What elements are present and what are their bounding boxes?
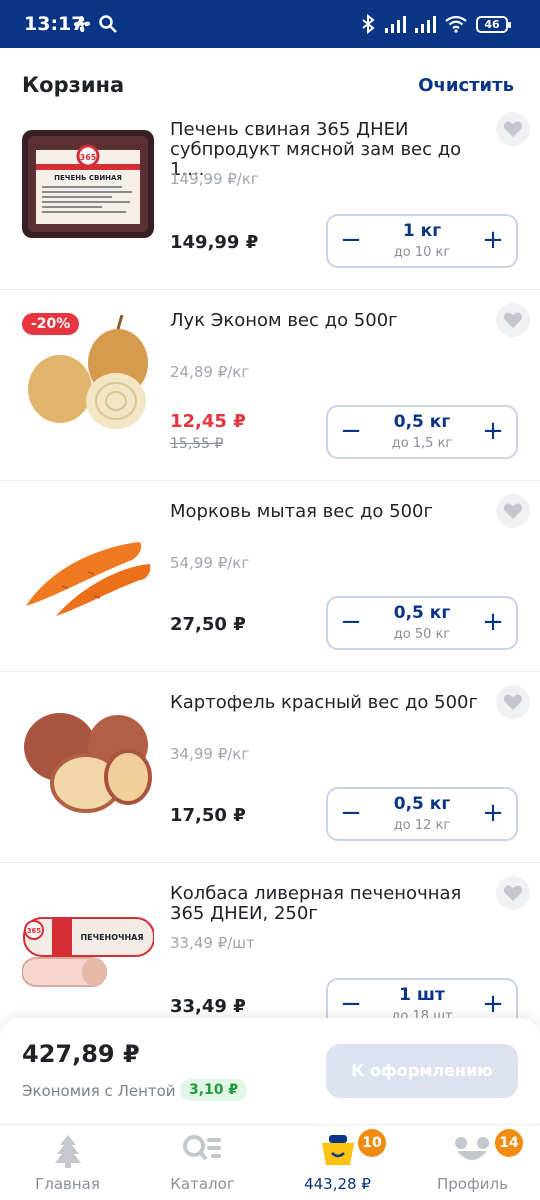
- clear-cart-button[interactable]: Очистить: [418, 75, 514, 96]
- increase-button[interactable]: +: [478, 417, 508, 447]
- cart-items-list[interactable]: 365 ПЕЧЕНЬ СВИНАЯ Печень свиная 365 ДНЕИ…: [0, 104, 540, 1020]
- cart-bag-icon: [322, 1135, 354, 1165]
- heart-icon: [503, 503, 523, 519]
- search-icon: [99, 15, 117, 33]
- cart-item-pork-liver: 365 ПЕЧЕНЬ СВИНАЯ Печень свиная 365 ДНЕИ…: [0, 104, 540, 290]
- nav-profile[interactable]: 14 Профиль: [405, 1125, 540, 1200]
- status-bar: 13:17 46: [0, 0, 540, 48]
- increase-button[interactable]: +: [478, 226, 508, 256]
- fan-icon: [74, 16, 90, 32]
- item-price: 27,50 ₽: [170, 614, 246, 635]
- nav-catalog-label: Каталог: [170, 1175, 235, 1193]
- product-name[interactable]: Морковь мытая вес до 500г: [170, 502, 490, 522]
- unit-price: 54,99 ₽/кг: [170, 554, 250, 572]
- cart-total: 427,89 ₽: [22, 1040, 140, 1068]
- heart-icon: [503, 121, 523, 137]
- bottom-navigation: Главная Каталог 10 443,28 ₽ 14 Профиль: [0, 1124, 540, 1200]
- quantity-stepper: − 0,5 кг до 50 кг +: [326, 596, 518, 650]
- catalog-icon: [183, 1135, 221, 1161]
- nav-cart-label: 443,28 ₽: [304, 1175, 371, 1193]
- unit-price: 33,49 ₽/шт: [170, 934, 255, 952]
- favorite-button[interactable]: [496, 876, 530, 910]
- sausage-pack-logo: 365: [27, 927, 42, 935]
- checkout-button[interactable]: К оформлению: [326, 1044, 518, 1098]
- battery-indicator: 46: [476, 16, 511, 33]
- increase-button[interactable]: +: [478, 799, 508, 829]
- product-image-liver-sausage: 365 ПЕЧЕНОЧНАЯ: [21, 888, 155, 1006]
- nav-home[interactable]: Главная: [0, 1125, 135, 1200]
- nav-profile-label: Профиль: [437, 1175, 508, 1193]
- page-title: Корзина: [22, 73, 125, 97]
- item-price: 17,50 ₽: [170, 805, 246, 826]
- favorite-button[interactable]: [496, 685, 530, 719]
- item-price: 33,49 ₽: [170, 996, 246, 1017]
- quantity-stepper: − 1 кг до 10 кг +: [326, 214, 518, 268]
- increase-button[interactable]: +: [478, 608, 508, 638]
- product-image-potato: [22, 697, 154, 815]
- increase-button[interactable]: +: [478, 990, 508, 1020]
- discount-badge: -20%: [22, 313, 80, 335]
- cart-summary: 427,89 ₽ Экономия с Лентой 3,10 ₽ К офор…: [0, 1018, 540, 1124]
- quantity-stepper: − 1 шт до 18 шт +: [326, 978, 518, 1020]
- wifi-icon: [445, 15, 467, 33]
- unit-price: 149,99 ₽/кг: [170, 170, 259, 188]
- favorite-button[interactable]: [496, 303, 530, 337]
- favorite-button[interactable]: [496, 112, 530, 146]
- bluetooth-icon: [362, 14, 375, 34]
- cart-item-potato: Картофель красный вес до 500г 34,99 ₽/кг…: [0, 673, 540, 863]
- liver-pack-title: ПЕЧЕНЬ СВИНАЯ: [54, 174, 122, 182]
- cart-item-onion: -20% Лук Эконом вес до 500г 24,89 ₽/кг 1…: [0, 291, 540, 481]
- item-price: 12,45 ₽: [170, 411, 246, 432]
- product-name[interactable]: Лук Эконом вес до 500г: [170, 311, 490, 331]
- old-price: 15,55 ₽: [170, 436, 224, 452]
- nav-catalog[interactable]: Каталог: [135, 1125, 270, 1200]
- quantity-stepper: − 0,5 кг до 12 кг +: [326, 787, 518, 841]
- heart-icon: [503, 312, 523, 328]
- signal-icon: [385, 16, 406, 33]
- product-name[interactable]: Колбаса ливерная печеночная 365 ДНЕИ, 25…: [170, 884, 490, 924]
- cart-item-liver-sausage: 365 ПЕЧЕНОЧНАЯ Колбаса ливерная печеночн…: [0, 864, 540, 1020]
- nav-cart[interactable]: 10 443,28 ₽: [270, 1125, 405, 1200]
- product-name[interactable]: Картофель красный вес до 500г: [170, 693, 490, 713]
- savings-value: 3,10 ₽: [180, 1079, 248, 1101]
- unit-price: 24,89 ₽/кг: [170, 363, 250, 381]
- product-image-pork-liver: 365 ПЕЧЕНЬ СВИНАЯ: [22, 124, 154, 242]
- item-price: 149,99 ₽: [170, 232, 259, 253]
- cart-count-badge: 10: [358, 1129, 386, 1157]
- product-image-carrot: [22, 506, 154, 624]
- profile-icon: [455, 1137, 489, 1160]
- heart-icon: [503, 885, 523, 901]
- cart-item-carrot: Морковь мытая вес до 500г 54,99 ₽/кг 27,…: [0, 482, 540, 672]
- profile-badge: 14: [495, 1129, 523, 1157]
- quantity-stepper: − 0,5 кг до 1,5 кг +: [326, 405, 518, 459]
- favorite-button[interactable]: [496, 494, 530, 528]
- tree-icon: [55, 1135, 81, 1168]
- heart-icon: [503, 694, 523, 710]
- nav-home-label: Главная: [35, 1175, 100, 1193]
- unit-price: 34,99 ₽/кг: [170, 745, 250, 763]
- sausage-pack-title: ПЕЧЕНОЧНАЯ: [80, 933, 143, 942]
- liver-pack-logo: 365: [80, 153, 97, 162]
- savings-label: Экономия с Лентой: [22, 1082, 176, 1100]
- signal-icon-2: [415, 16, 436, 33]
